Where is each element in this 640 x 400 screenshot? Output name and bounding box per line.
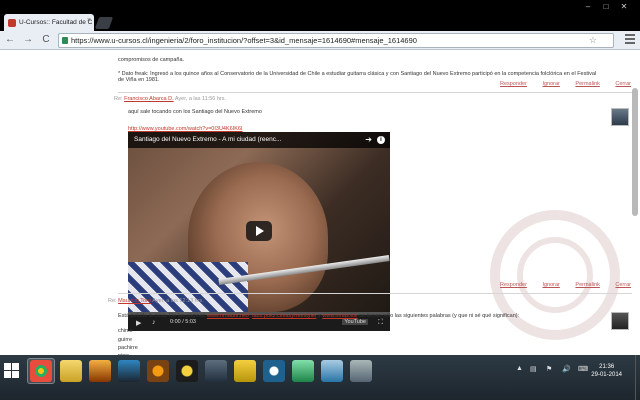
window-close-button[interactable]: ✕	[616, 2, 632, 11]
back-arrow-icon[interactable]: ←	[4, 34, 16, 46]
avatar	[611, 108, 629, 126]
site-favicon-icon	[8, 18, 16, 27]
tab-close-icon[interactable]: ×	[87, 17, 91, 24]
close-link[interactable]: Cerrar	[615, 81, 631, 87]
tray-volume-icon[interactable]: 🔊	[562, 365, 571, 373]
control-play-icon[interactable]: ▶	[136, 319, 141, 327]
app-icon-6[interactable]	[263, 360, 285, 382]
rimas-link[interactable]: www.rimas.es/	[322, 313, 357, 319]
app-icon-9[interactable]	[350, 360, 372, 382]
tray-keyboard-icon[interactable]: ⌨	[578, 365, 588, 373]
windows-taskbar: ▲ ▤ ⚑ 🔊 ⌨ 21:36 29-01-2014	[0, 355, 640, 400]
taskbar-clock[interactable]: 21:36 29-01-2014	[591, 363, 622, 379]
reply-marker: Re:	[114, 96, 123, 102]
post-body-text: Está peluda la cosa. De las páginas	[118, 313, 206, 319]
address-bar[interactable]: https://www.u-cursos.cl/ingenieria/2/for…	[58, 33, 614, 48]
post-body-text: se tienen sólo las siguientes palabras (…	[359, 313, 520, 319]
app-icon-1[interactable]	[89, 360, 111, 382]
post-body: Está peluda la cosa. De las páginas www.…	[118, 313, 520, 319]
post-actions: Responder Ignorar Permalink Cerrar	[486, 282, 631, 288]
start-button[interactable]	[4, 363, 20, 379]
close-link[interactable]: Cerrar	[615, 282, 631, 288]
steam-icon[interactable]	[205, 360, 227, 382]
fullscreen-icon[interactable]: ⛶	[378, 319, 383, 327]
intro-text-line: compromisos de campaña.	[118, 57, 185, 63]
reply-link[interactable]: Responder	[500, 282, 527, 288]
youtube-logo[interactable]: YouTube	[342, 319, 368, 325]
file-explorer-icon[interactable]	[60, 360, 82, 382]
ignore-link[interactable]: Ignorar	[542, 282, 559, 288]
post-meta: Re: Mauricio Toro Ayer, a las 12:13 hrs.	[108, 298, 204, 304]
scrollbar-thumb[interactable]	[632, 88, 638, 216]
app-icon-2[interactable]	[118, 360, 140, 382]
tray-flag-icon[interactable]: ⚑	[546, 365, 552, 373]
volume-icon[interactable]: ♪	[152, 319, 156, 326]
word-item: guirre	[118, 337, 133, 343]
app-icon-7[interactable]	[292, 360, 314, 382]
show-desktop-button[interactable]	[635, 355, 640, 400]
browser-toolbar: ← → C https://www.u-cursos.cl/ingenieria…	[0, 31, 640, 50]
window-maximize-button[interactable]: □	[598, 2, 614, 11]
forward-arrow-icon[interactable]: →	[22, 34, 34, 46]
clock-time: 21:36	[599, 364, 615, 370]
avatar	[611, 312, 629, 330]
url-text: https://www.u-cursos.cl/ingenieria/2/for…	[71, 36, 417, 45]
secure-lock-icon	[62, 37, 68, 44]
chrome-icon[interactable]	[30, 360, 52, 382]
reply-marker: Re:	[108, 298, 117, 304]
post-actions: Responder Ignorar Permalink Cerrar	[486, 81, 631, 87]
info-icon[interactable]: i	[377, 136, 385, 144]
post-time: Ayer, a las 12:13 hrs.	[152, 298, 204, 304]
app-icon-3[interactable]	[147, 360, 169, 382]
post-meta: Re: Francisco Abarca D. Ayer, a las 11:5…	[114, 96, 226, 102]
reload-icon[interactable]: C	[40, 34, 52, 46]
post-body-join: y	[317, 313, 321, 319]
post-body: aquí sale tocando con los Santiago del N…	[128, 109, 262, 115]
post-author[interactable]: Francisco Abarca D.	[124, 96, 174, 102]
word-item: chime	[118, 328, 133, 334]
post-time: Ayer, a las 11:56 hrs.	[174, 96, 227, 102]
reply-link[interactable]: Responder	[500, 81, 527, 87]
rimador-link[interactable]: www.rimador.net/	[207, 313, 249, 319]
permalink-link[interactable]: Permalink	[575, 81, 599, 87]
tray-network-icon[interactable]: ▤	[530, 365, 537, 373]
divider	[118, 293, 632, 294]
clock-date: 29-01-2014	[591, 372, 622, 378]
permalink-link[interactable]: Permalink	[575, 282, 599, 288]
ignore-link[interactable]: Ignorar	[542, 81, 559, 87]
tab-title: U-Cursos:: Facultad de C	[19, 19, 93, 26]
play-button[interactable]	[246, 221, 272, 241]
share-icon[interactable]: ➔	[365, 135, 372, 144]
word-item: pachirre	[118, 345, 138, 351]
browser-menu-icon[interactable]	[625, 34, 635, 46]
easyfreestyle-link[interactable]: labs.pokz.cl/easyfreestyle/	[252, 313, 316, 319]
video-time: 0:00 / 5:03	[170, 319, 196, 325]
app-icon-5[interactable]	[234, 360, 256, 382]
post-author[interactable]: Mauricio Toro	[118, 298, 151, 304]
window-minimize-button[interactable]: –	[580, 2, 596, 11]
page-content: compromisos de campaña. * Dato freak: In…	[0, 50, 640, 355]
video-title[interactable]: Santiago del Nuevo Extremo - A mi ciudad…	[128, 132, 390, 148]
app-icon-8[interactable]	[321, 360, 343, 382]
app-icon-4[interactable]	[176, 360, 198, 382]
screen: U-Cursos:: Facultad de C × – □ ✕ ← → C h…	[0, 0, 640, 400]
tray-expand-icon[interactable]: ▲	[516, 365, 523, 372]
divider	[118, 92, 632, 93]
browser-tab-bar: U-Cursos:: Facultad de C × – □ ✕	[0, 0, 640, 31]
bookmark-star-icon[interactable]: ☆	[589, 34, 597, 47]
new-tab-button[interactable]	[94, 17, 114, 29]
browser-tab[interactable]: U-Cursos:: Facultad de C ×	[4, 14, 94, 31]
